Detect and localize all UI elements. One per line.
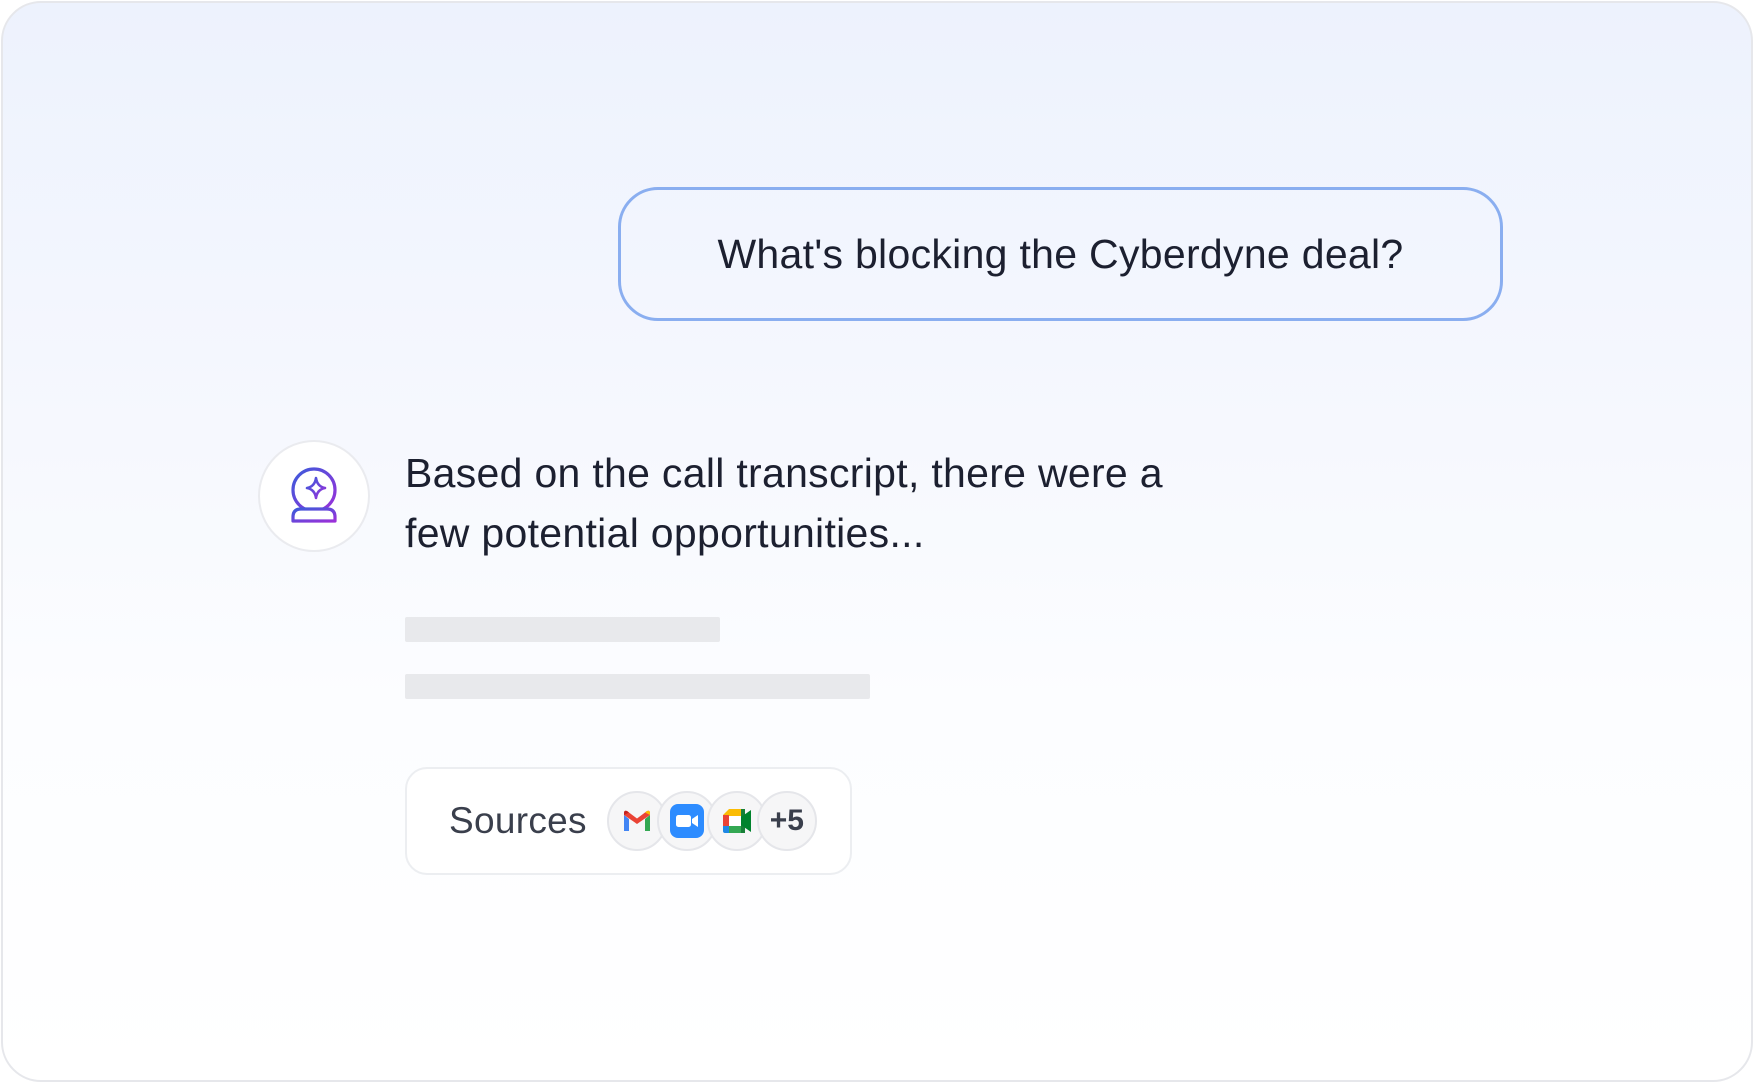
loading-placeholder-line (405, 674, 870, 699)
zoom-icon (669, 804, 704, 838)
gmail-icon (623, 810, 650, 831)
loading-placeholder-line (405, 617, 720, 642)
source-chip-more: +5 (756, 791, 817, 851)
sources-button[interactable]: Sources +5 (405, 767, 852, 875)
answer-line-2: few potential opportunities... (405, 510, 925, 556)
user-message-bubble: What's blocking the Cyberdyne deal? (618, 187, 1503, 321)
crystal-ball-sparkle-icon (291, 467, 337, 523)
user-message-text: What's blocking the Cyberdyne deal? (717, 230, 1404, 277)
assistant-avatar (258, 440, 370, 552)
source-icon-stack: +5 (606, 791, 817, 851)
more-sources-count: +5 (769, 804, 804, 837)
google-meet-icon (722, 809, 751, 833)
chat-card: What's blocking the Cyberdyne deal? Base… (1, 1, 1753, 1082)
sources-label: Sources (449, 800, 587, 841)
answer-line-1: Based on the call transcript, there were… (405, 450, 1163, 496)
assistant-answer: Based on the call transcript, there were… (405, 443, 1285, 563)
